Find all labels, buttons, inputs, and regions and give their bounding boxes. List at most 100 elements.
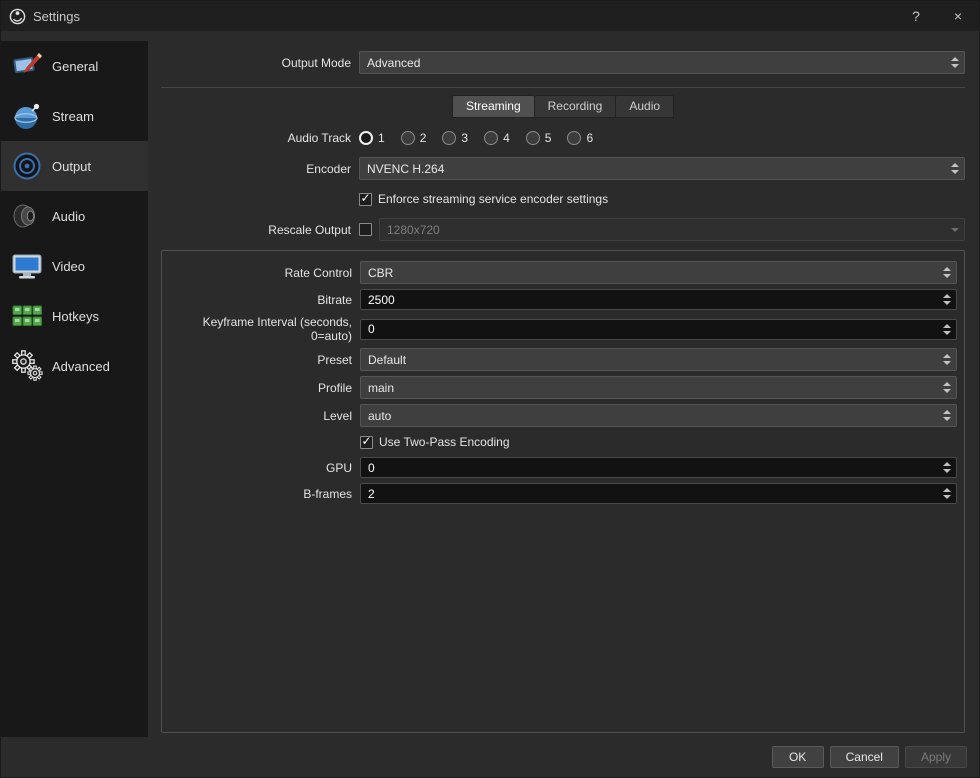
bitrate-input[interactable]: 2500 <box>360 289 957 310</box>
output-icon <box>13 152 41 180</box>
output-mode-select[interactable]: Advanced <box>359 51 965 74</box>
sidebar-item-video[interactable]: Video <box>1 241 148 291</box>
radio-label: 6 <box>586 131 594 145</box>
gpu-value: 0 <box>368 460 375 475</box>
gpu-label: GPU <box>325 460 352 475</box>
apply-button[interactable]: Apply <box>904 746 967 768</box>
combo-arrow-icon <box>946 219 964 240</box>
tab-streaming[interactable]: Streaming <box>451 95 535 118</box>
encoder-settings-group: Rate Control CBR Bitrate 2500 Keyframe I… <box>161 250 965 733</box>
combo-arrows-icon <box>938 405 956 426</box>
profile-label: Profile <box>317 380 352 395</box>
radio-label: 4 <box>503 131 510 145</box>
bframes-value: 2 <box>368 486 375 501</box>
radio-icon <box>359 131 373 145</box>
rate-control-value: CBR <box>368 265 394 280</box>
preset-label: Preset <box>317 352 352 367</box>
bframes-input[interactable]: 2 <box>360 483 957 504</box>
spinner-buttons[interactable] <box>938 320 956 339</box>
radio-label: 1 <box>378 131 385 145</box>
hotkeys-icon <box>12 305 42 326</box>
encoder-select[interactable]: NVENC H.264 <box>359 157 965 180</box>
gpu-input[interactable]: 0 <box>360 457 957 478</box>
rate-control-label: Rate Control <box>284 265 352 280</box>
keyframe-interval-input[interactable]: 0 <box>360 318 957 340</box>
sidebar-item-stream[interactable]: Stream <box>1 91 148 141</box>
level-label: Level <box>323 408 352 423</box>
ok-button[interactable]: OK <box>771 746 824 768</box>
sidebar-item-output[interactable]: Output <box>1 141 148 191</box>
output-mode-value: Advanced <box>367 55 421 70</box>
audio-track-radio-group: 1 2 3 4 5 6 <box>359 131 965 145</box>
advanced-icon <box>12 350 43 381</box>
titlebar: Settings ? × <box>1 1 979 31</box>
stream-icon <box>14 103 40 129</box>
checkbox-icon: ✓ <box>359 191 372 206</box>
audio-track-option-5[interactable]: 5 <box>525 131 552 145</box>
radio-label: 3 <box>461 131 469 145</box>
output-settings-panel: Output Mode Advanced Streaming Recording… <box>148 41 979 737</box>
rate-control-select[interactable]: CBR <box>360 261 957 284</box>
radio-icon <box>400 131 415 145</box>
preset-select[interactable]: Default <box>360 348 957 371</box>
radio-label: 2 <box>419 131 427 145</box>
separator <box>161 87 965 88</box>
rescale-checkbox[interactable]: ✓ <box>359 223 372 236</box>
settings-window: Settings ? × General Stream Output Audio <box>0 0 980 778</box>
radio-icon <box>567 131 582 145</box>
profile-value: main <box>368 380 395 395</box>
audio-track-option-2[interactable]: 2 <box>400 131 427 145</box>
radio-icon <box>484 131 499 145</box>
video-icon <box>12 254 42 279</box>
combo-arrows-icon <box>938 377 956 398</box>
cancel-button[interactable]: Cancel <box>829 746 899 768</box>
audio-track-option-6[interactable]: 6 <box>567 131 593 145</box>
general-icon <box>13 53 42 74</box>
audio-track-option-1[interactable]: 1 <box>359 131 385 145</box>
combo-arrows-icon <box>938 349 956 370</box>
tab-audio[interactable]: Audio <box>616 95 675 118</box>
two-pass-row: ✓ Use Two-Pass Encoding <box>162 432 957 452</box>
encoder-value: NVENC H.264 <box>367 161 445 176</box>
tab-recording[interactable]: Recording <box>534 95 617 118</box>
sidebar: General Stream Output Audio Video Hotkey <box>1 41 148 737</box>
level-select[interactable]: auto <box>360 404 957 427</box>
sidebar-item-hotkeys[interactable]: Hotkeys <box>1 291 148 341</box>
dialog-footer: OK Cancel Apply <box>1 737 979 777</box>
two-pass-checkbox[interactable]: ✓ Use Two-Pass Encoding <box>360 435 510 449</box>
spinner-buttons[interactable] <box>938 290 956 309</box>
audio-track-option-3[interactable]: 3 <box>442 131 468 145</box>
window-title: Settings <box>33 8 80 24</box>
sidebar-item-advanced[interactable]: Advanced <box>1 341 148 391</box>
sidebar-item-label: Stream <box>52 108 94 124</box>
sidebar-item-label: Video <box>52 258 86 274</box>
audio-track-option-4[interactable]: 4 <box>484 131 510 145</box>
gpu-row: GPU 0 <box>162 457 957 478</box>
bframes-label: B-frames <box>303 486 352 501</box>
rescale-resolution-select[interactable]: 1280x720 <box>379 218 965 241</box>
help-button[interactable]: ? <box>895 1 937 31</box>
checkbox-icon: ✓ <box>360 434 373 449</box>
radio-label: 5 <box>544 131 552 145</box>
sidebar-item-label: Hotkeys <box>52 308 99 324</box>
profile-row: Profile main <box>162 376 957 399</box>
close-button[interactable]: × <box>937 1 979 31</box>
enforce-encoder-checkbox[interactable]: ✓ Enforce streaming service encoder sett… <box>359 192 608 206</box>
sidebar-item-label: General <box>52 58 99 74</box>
rescale-resolution-value: 1280x720 <box>387 222 440 237</box>
radio-icon <box>525 131 540 145</box>
level-value: auto <box>368 408 392 423</box>
keyframe-interval-row: Keyframe Interval (seconds, 0=auto) 0 <box>162 315 957 343</box>
radio-icon <box>442 131 457 145</box>
sidebar-item-general[interactable]: General <box>1 41 148 91</box>
output-mode-label: Output Mode <box>281 55 351 70</box>
spinner-buttons[interactable] <box>938 458 956 477</box>
spinner-buttons[interactable] <box>938 484 956 503</box>
output-tabbar: Streaming Recording Audio <box>161 95 965 118</box>
profile-select[interactable]: main <box>360 376 957 399</box>
sidebar-item-label: Audio <box>52 208 86 224</box>
audio-icon <box>13 204 35 228</box>
rescale-label: Rescale Output <box>268 222 351 237</box>
audio-track-label: Audio Track <box>287 131 351 145</box>
sidebar-item-audio[interactable]: Audio <box>1 191 148 241</box>
